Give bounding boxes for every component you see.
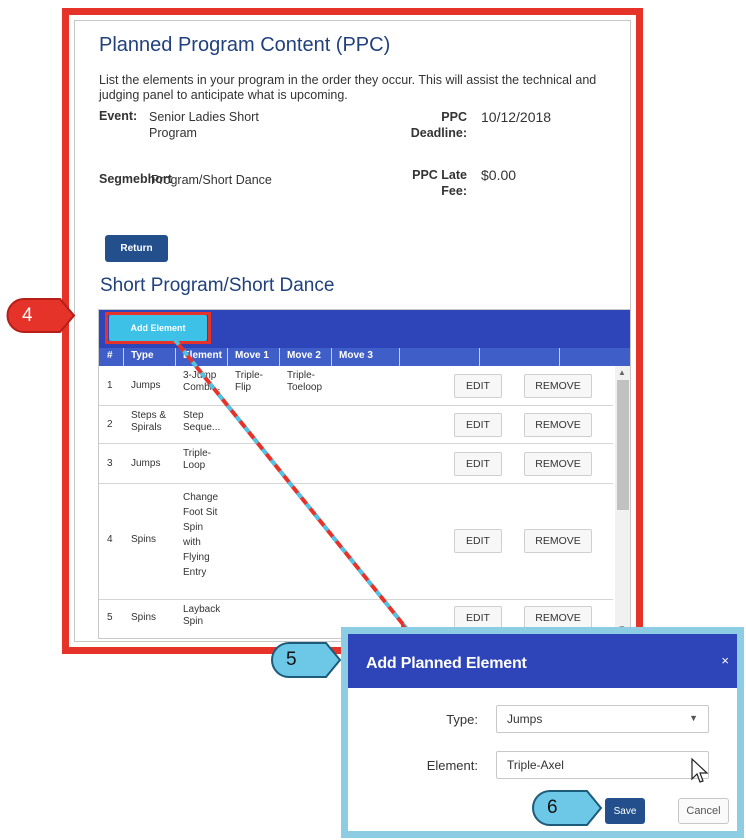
row-element: Layback Spin	[183, 604, 221, 627]
table-row: 1 Jumps 3-Jump Combi... Triple-Flip Trip…	[99, 366, 613, 406]
remove-button[interactable]: REMOVE	[524, 374, 592, 398]
table-scrollbar[interactable]: ▲ ▼	[615, 366, 630, 638]
row-type: Steps & Spirals	[131, 410, 167, 433]
edit-button[interactable]: EDIT	[454, 529, 502, 553]
row-num: 3	[107, 458, 113, 469]
edit-button[interactable]: EDIT	[454, 374, 502, 398]
col-divider	[175, 348, 176, 366]
col-divider	[559, 348, 560, 366]
chevron-down-icon: ▼	[689, 713, 698, 723]
row-type: Jumps	[131, 380, 161, 391]
step-6-number: 6	[547, 797, 558, 818]
step-5-number: 5	[286, 649, 297, 670]
row-move2: Triple-Toeloop	[287, 370, 323, 393]
scroll-thumb[interactable]	[617, 380, 629, 510]
row-num: 2	[107, 419, 113, 430]
mouse-cursor-icon	[691, 757, 708, 783]
ppc-panel-content: Planned Program Content (PPC) List the e…	[74, 20, 631, 642]
row-type: Spins	[131, 612, 157, 623]
dialog-title: Add Planned Element	[366, 655, 527, 672]
late-fee-value: $0.00	[481, 167, 517, 183]
intro-text: List the elements in your program in the…	[99, 73, 597, 102]
row-num: 1	[107, 380, 113, 391]
row-type: Spins	[131, 534, 157, 545]
add-element-highlight	[105, 312, 211, 344]
element-select-value: Triple-Axel	[507, 758, 564, 772]
edit-button[interactable]: EDIT	[454, 413, 502, 437]
col-header-num: #	[107, 350, 113, 361]
row-element: Change Foot Sit Spin with Flying Entry	[183, 492, 219, 578]
col-header-move1: Move 1	[235, 350, 269, 361]
remove-button[interactable]: REMOVE	[524, 452, 592, 476]
edit-button[interactable]: EDIT	[454, 452, 502, 476]
element-select[interactable]: Triple-Axel ▼	[496, 751, 709, 779]
remove-button[interactable]: REMOVE	[524, 529, 592, 553]
table-row: 2 Steps & Spirals Step Seque... EDIT REM…	[99, 406, 613, 444]
dialog-header: Add Planned Element ×	[348, 634, 737, 688]
col-divider	[279, 348, 280, 366]
row-element: 3-Jump Combi...	[183, 370, 221, 393]
deadline-label: PPC Deadline:	[410, 110, 467, 140]
row-type: Jumps	[131, 458, 161, 469]
col-header-move3: Move 3	[339, 350, 373, 361]
col-divider	[123, 348, 124, 366]
event-label: Event:	[99, 109, 138, 123]
save-button[interactable]: Save	[605, 798, 645, 824]
col-divider	[331, 348, 332, 366]
elements-table: Add Element # Type Element Move 1 Move 2…	[98, 309, 630, 639]
late-fee-label: PPC Late Fee:	[412, 168, 467, 198]
table-row: 4 Spins Change Foot Sit Spin with Flying…	[99, 484, 613, 600]
row-element: Triple-Loop	[183, 448, 211, 471]
type-select[interactable]: Jumps ▼	[496, 705, 709, 733]
step-4-number: 4	[22, 304, 33, 326]
event-value: Senior Ladies Short Program	[149, 110, 259, 140]
col-header-type: Type	[131, 350, 154, 361]
row-num: 4	[107, 534, 113, 545]
row-element: Step Seque...	[183, 410, 221, 433]
table-row: 3 Jumps Triple-Loop EDIT REMOVE	[99, 444, 613, 484]
return-button[interactable]: Return	[105, 235, 168, 262]
section-title: Short Program/Short Dance	[100, 275, 335, 296]
scroll-up-icon[interactable]: ▲	[618, 368, 626, 377]
cancel-button[interactable]: Cancel	[678, 798, 729, 824]
row-num: 5	[107, 612, 113, 623]
col-divider	[227, 348, 228, 366]
row-move1: Triple-Flip	[235, 370, 263, 393]
col-divider	[479, 348, 480, 366]
col-header-move2: Move 2	[287, 350, 321, 361]
deadline-value: 10/12/2018	[481, 109, 552, 125]
remove-button[interactable]: REMOVE	[524, 413, 592, 437]
page-title: Planned Program Content (PPC)	[99, 34, 391, 56]
step-4-callout: 4	[6, 297, 76, 334]
ppc-panel: Planned Program Content (PPC) List the e…	[62, 8, 643, 654]
col-header-element: Element	[183, 350, 222, 361]
close-icon[interactable]: ×	[721, 653, 729, 668]
type-label: Type:	[446, 712, 478, 727]
element-label: Element:	[426, 758, 478, 773]
col-divider	[399, 348, 400, 366]
step-5-callout: 5	[270, 641, 342, 679]
type-select-value: Jumps	[507, 712, 543, 726]
segment-value: Program/Short Dance	[151, 173, 272, 187]
step-6-callout: 6	[531, 789, 603, 827]
